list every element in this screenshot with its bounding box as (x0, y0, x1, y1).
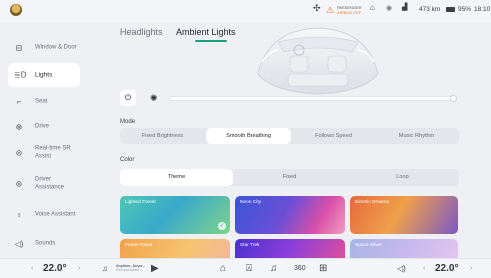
mode-option-fixed-brightness[interactable]: Fixed Brightness (120, 128, 205, 144)
steering-wheel-icon: ⊕ (15, 122, 23, 132)
color-label: Color (120, 157, 135, 163)
color-selector: Theme Fixed Loop (120, 169, 459, 186)
airbag-status: ⚠ PASSENGER AIRBAG OFF (326, 5, 362, 15)
sidebar-item-lights[interactable]: ≣D Lights (8, 63, 80, 87)
slider-thumb[interactable] (450, 95, 457, 102)
temp-right[interactable]: 22.0° (435, 262, 458, 276)
power-button[interactable]: ⏻ (120, 90, 136, 106)
mode-option-follows-speed[interactable]: Follows Speed (291, 128, 376, 144)
theme-card-electric-dreams[interactable]: Electric Dreams (350, 196, 458, 234)
temp-left-increase[interactable]: › (78, 262, 80, 276)
color-option-theme[interactable]: Theme (120, 169, 233, 186)
theme-card-neon-city[interactable]: Neon City (235, 196, 345, 234)
battery-icon (446, 7, 455, 12)
driver-assistance-icon: ⊚ (15, 179, 23, 189)
lights-icon: ≣D (14, 70, 27, 80)
temp-left-decrease[interactable]: ‹ (31, 262, 33, 276)
status-bar: ✣ ⚠ PASSENGER AIRBAG OFF ⌂ ◉ ▟ 473 km 95… (0, 0, 491, 22)
window-icon: ⊟ (15, 43, 23, 53)
fan-icon: ✣ (313, 3, 321, 13)
brightness-icon: ✺ (150, 93, 158, 103)
play-icon[interactable]: ▶ (151, 262, 159, 276)
active-tab-indicator (195, 40, 227, 42)
user-avatar[interactable] (10, 4, 22, 16)
theme-card-lighted-forest[interactable]: Lighted Forest ✓ (120, 196, 230, 234)
battery-percent: 95% (458, 6, 472, 13)
gps-icon: ◉ (386, 5, 393, 12)
sidebar-item-driver-assistance[interactable]: ⊚ Driver Assistance (8, 171, 80, 197)
sidebar-item-voice-assistant[interactable]: ♀ Voice Assistant (8, 202, 80, 228)
sidebar-item-drive[interactable]: ⊕ Drive (8, 115, 80, 139)
mode-option-music-rhythm[interactable]: Music Rhythm (374, 128, 459, 144)
temp-right-decrease[interactable]: ‹ (423, 262, 425, 276)
volume-icon[interactable]: ◁) (397, 262, 406, 276)
bottom-bar: ‹ 22.0° › ♫ Anytime, Anyw... Second audi… (0, 258, 491, 278)
tab-ambient-lights[interactable]: Ambient Lights (176, 27, 236, 37)
view-360-icon[interactable]: 360 (294, 262, 306, 276)
tab-headlights[interactable]: Headlights (120, 27, 163, 37)
voice-icon: ♀ (16, 210, 22, 220)
car-interior-illustration (257, 27, 379, 95)
sidebar: ⊟ Window & Door ≣D Lights ⌐ Seat ⊕ Drive… (0, 22, 108, 258)
sidebar-item-seat[interactable]: ⌐ Seat (8, 90, 80, 114)
sidebar-item-sounds[interactable]: ◁) Sounds (8, 232, 80, 256)
apps-icon[interactable]: ⊞ (319, 262, 327, 276)
seat-icon: ⌐ (16, 97, 22, 107)
sr-assist-icon: ⊜ (15, 148, 23, 158)
hotspot-icon: ⌂ (370, 3, 375, 12)
range-text: 473 km (419, 6, 441, 13)
color-option-loop[interactable]: Loop (346, 169, 459, 186)
selected-check-icon: ✓ (218, 222, 226, 230)
mode-option-smooth-breathing[interactable]: Smooth Breathing (206, 128, 291, 144)
airbag-icon: ⚠ (326, 5, 335, 15)
temp-left[interactable]: 22.0° (43, 262, 66, 276)
color-option-fixed[interactable]: Fixed (233, 169, 346, 186)
sidebar-item-sr-assist[interactable]: ⊜ Real-time SR Assist (8, 140, 80, 166)
music-note-icon: ♫ (102, 264, 108, 273)
home-icon[interactable]: ⌂ (220, 262, 226, 276)
sidebar-item-window-door[interactable]: ⊟ Window & Door (8, 37, 80, 59)
signal-icon: ▟ (402, 4, 408, 11)
mode-label: Mode (120, 119, 136, 125)
clock: 18:10 (474, 6, 491, 13)
music-icon[interactable]: ♫ (270, 262, 278, 276)
speaker-icon: ◁) (14, 239, 24, 249)
brightness-slider[interactable] (169, 95, 457, 102)
car-icon[interactable]: ⍓ (246, 262, 252, 276)
mode-selector: Fixed Brightness Smooth Breathing Follow… (120, 128, 459, 144)
temp-right-increase[interactable]: › (470, 262, 472, 276)
